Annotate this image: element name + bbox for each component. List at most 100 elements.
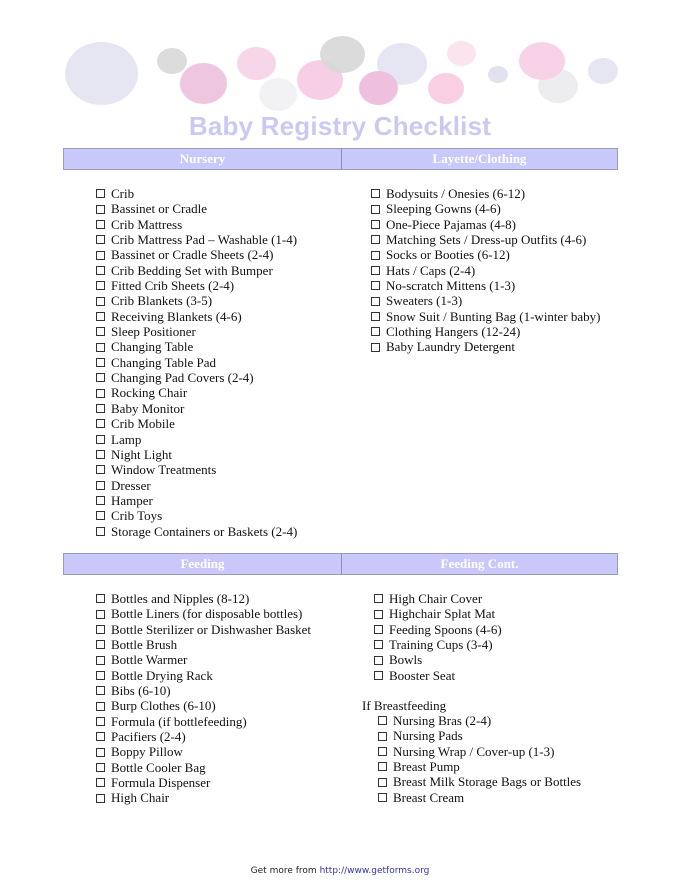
checkbox-icon[interactable] [371, 219, 380, 229]
checklist-item: Nursing Pads [378, 728, 581, 743]
checkbox-icon[interactable] [96, 235, 105, 245]
checklist-item: Crib Mattress [96, 217, 297, 232]
checkbox-icon[interactable] [96, 480, 105, 490]
checkbox-icon[interactable] [96, 496, 105, 506]
checkbox-icon[interactable] [96, 219, 105, 229]
checkbox-icon[interactable] [96, 716, 105, 726]
checkbox-icon[interactable] [96, 732, 105, 742]
checklist-item-label: Crib Mattress Pad – Washable (1-4) [111, 232, 298, 248]
checklist-item-label: Night Light [111, 446, 173, 462]
checklist-item: Sleeping Gowns (4-6) [371, 201, 601, 216]
checklist-item: Dresser [96, 478, 297, 493]
checkbox-icon[interactable] [378, 762, 387, 772]
checkbox-icon[interactable] [374, 640, 383, 650]
checkbox-icon[interactable] [96, 357, 105, 367]
checkbox-icon[interactable] [374, 655, 383, 665]
checkbox-icon[interactable] [371, 327, 380, 337]
checkbox-icon[interactable] [374, 609, 383, 619]
checklist-item-label: Feeding Spoons (4-6) [389, 621, 502, 637]
checkbox-icon[interactable] [378, 716, 387, 726]
checkbox-icon[interactable] [96, 281, 105, 291]
checklist-item-label: Dresser [111, 477, 151, 493]
checkbox-icon[interactable] [371, 235, 380, 245]
checklist-item: Matching Sets / Dress-up Outfits (4-6) [371, 232, 601, 247]
checkbox-icon[interactable] [96, 624, 105, 634]
checkbox-icon[interactable] [96, 526, 105, 536]
checkbox-icon[interactable] [371, 311, 380, 321]
checkbox-icon[interactable] [96, 609, 105, 619]
checklist-item: Bottle Brush [96, 637, 311, 652]
checkbox-icon[interactable] [96, 265, 105, 275]
checkbox-icon[interactable] [96, 793, 105, 803]
checklist-item-label: Fitted Crib Sheets (2-4) [111, 278, 235, 294]
checklist-item: Bottle Sterilizer or Dishwasher Basket [96, 622, 311, 637]
checkbox-icon[interactable] [96, 655, 105, 665]
checklist-item-label: Baby Laundry Detergent [386, 339, 515, 355]
checkbox-icon[interactable] [96, 373, 105, 383]
layette-clothing-list: Bodysuits / Onesies (6-12) Sleeping Gowns… [371, 186, 601, 355]
checkbox-icon[interactable] [96, 762, 105, 772]
checklist-item-label: Nursing Bras (2-4) [393, 713, 492, 728]
checklist-item-label: Highchair Splat Mat [389, 606, 496, 622]
checkbox-icon[interactable] [96, 419, 105, 429]
footer-link[interactable]: http://www.getforms.org [320, 866, 430, 876]
checkbox-icon[interactable] [371, 342, 380, 352]
checkbox-icon[interactable] [374, 624, 383, 634]
checkbox-icon[interactable] [378, 792, 387, 802]
checklist-item: Window Treatments [96, 462, 297, 477]
checkbox-icon[interactable] [96, 342, 105, 352]
checkbox-icon[interactable] [371, 204, 380, 214]
checkbox-icon[interactable] [378, 777, 387, 787]
checkbox-icon[interactable] [371, 281, 380, 291]
checkbox-icon[interactable] [96, 747, 105, 757]
checkbox-icon[interactable] [96, 640, 105, 650]
checklist-item-label: Changing Table Pad [111, 354, 217, 370]
checklist-item: Bodysuits / Onesies (6-12) [371, 186, 601, 201]
checkbox-icon[interactable] [96, 388, 105, 398]
checklist-item: Changing Pad Covers (2-4) [96, 370, 297, 385]
checkbox-icon[interactable] [371, 265, 380, 275]
checkbox-icon[interactable] [96, 311, 105, 321]
checkbox-icon[interactable] [96, 511, 105, 521]
checklist-item-label: Clothing Hangers (12-24) [386, 324, 521, 340]
checkbox-icon[interactable] [96, 204, 105, 214]
checklist-item-label: Bodysuits / Onesies (6-12) [386, 186, 526, 201]
checkbox-icon[interactable] [371, 250, 380, 260]
checkbox-icon[interactable] [96, 594, 105, 604]
checkbox-icon[interactable] [96, 434, 105, 444]
checklist-item-label: Bottle Warmer [111, 652, 188, 668]
checkbox-icon[interactable] [96, 403, 105, 413]
checklist-item: Formula Dispenser [96, 775, 311, 790]
checkbox-icon[interactable] [96, 670, 105, 680]
checklist-item-label: No-scratch Mittens (1-3) [386, 278, 516, 294]
checkbox-icon[interactable] [96, 327, 105, 337]
checklist-item: Crib Bedding Set with Bumper [96, 263, 297, 278]
checkbox-icon[interactable] [96, 778, 105, 788]
checkbox-icon[interactable] [96, 296, 105, 306]
checklist-item: Breast Milk Storage Bags or Bottles [378, 774, 581, 789]
checkbox-icon[interactable] [96, 465, 105, 475]
checkbox-icon[interactable] [371, 296, 380, 306]
checkbox-icon[interactable] [96, 686, 105, 696]
checklist-item-label: Crib Blankets (3-5) [111, 293, 213, 309]
header-layette-clothing: Layette/Clothing [341, 149, 617, 169]
checkbox-icon[interactable] [378, 731, 387, 741]
header-nursery: Nursery [179, 151, 226, 166]
checklist-item-label: Crib Bedding Set with Bumper [111, 262, 273, 278]
checklist-item-label: Nursing Wrap / Cover-up (1-3) [393, 743, 555, 759]
checkbox-icon[interactable] [96, 250, 105, 260]
checklist-item-label: Bottle Drying Rack [111, 667, 213, 683]
checklist-item: Breast Cream [378, 790, 581, 805]
checklist-item: Hamper [96, 493, 297, 508]
checkbox-icon[interactable] [96, 189, 105, 199]
checkbox-icon[interactable] [96, 450, 105, 460]
checklist-item: Bottle Cooler Bag [96, 760, 311, 775]
checkbox-icon[interactable] [371, 189, 380, 199]
bubble [519, 42, 565, 80]
checklist-item: Crib Mobile [96, 416, 297, 431]
page-title: Baby Registry Checklist [188, 111, 492, 141]
checkbox-icon[interactable] [378, 746, 387, 756]
checkbox-icon[interactable] [374, 670, 383, 680]
checkbox-icon[interactable] [374, 594, 383, 604]
checkbox-icon[interactable] [96, 701, 105, 711]
